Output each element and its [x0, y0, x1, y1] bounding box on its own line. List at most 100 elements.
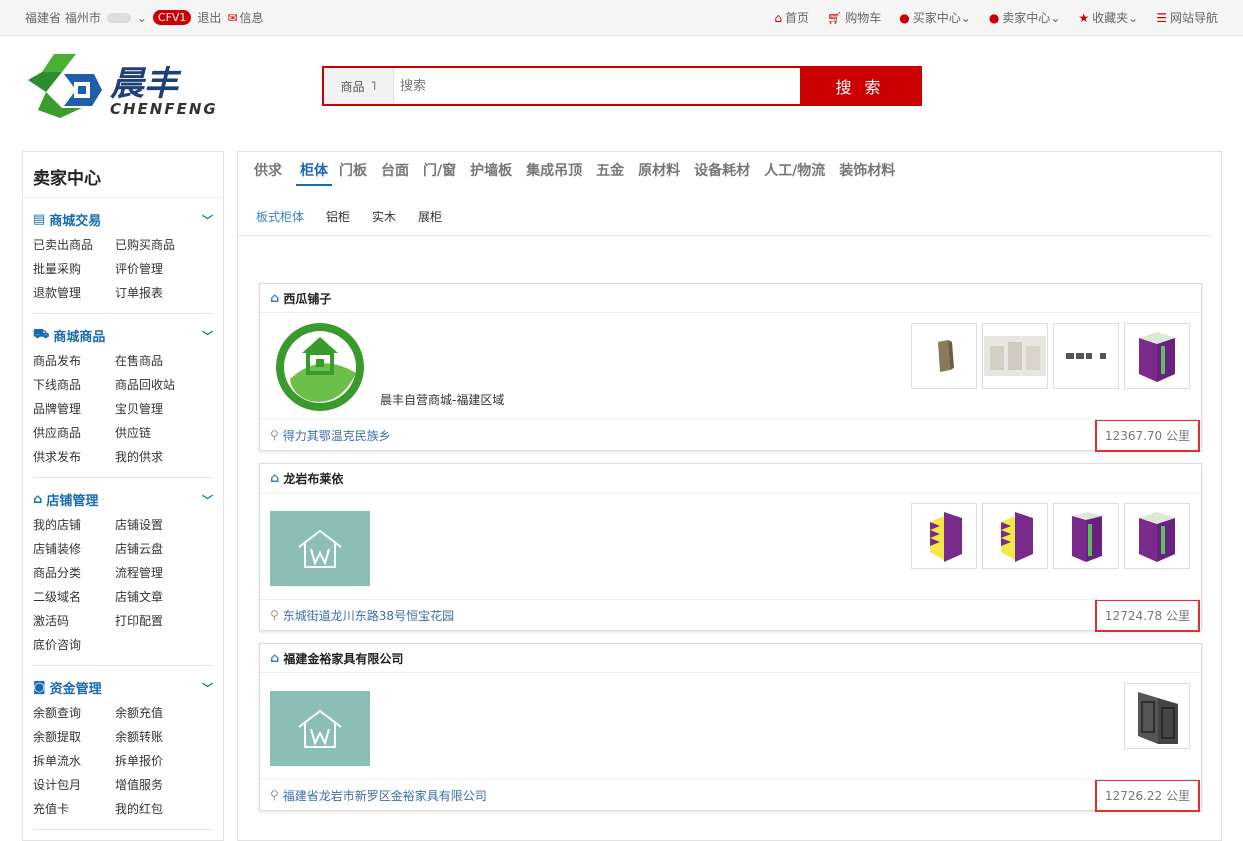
shop-header[interactable]: ⌂ 龙岩布莱依 [260, 464, 1201, 493]
sidebar-item[interactable]: 余额提取 [33, 725, 115, 749]
subcategory-tab-active[interactable]: 板式柜体 [256, 208, 304, 225]
sidebar-item[interactable]: 我的店铺 [33, 513, 115, 537]
sidebar-item[interactable]: 打印配置 [115, 609, 197, 633]
shop-address[interactable]: ⚲ 东城街道龙川东路38号恒宝花园 [270, 607, 454, 624]
shop-logo-placeholder[interactable] [270, 501, 370, 586]
sidebar-item[interactable]: 我的供求 [115, 445, 197, 469]
shop-logo-house-leaf[interactable] [270, 321, 370, 413]
category-tab[interactable]: 原材料 [638, 160, 687, 186]
sidebar-item[interactable]: 二级域名 [33, 585, 115, 609]
sidebar-item[interactable]: 批量采购 [33, 257, 115, 281]
cart-icon: 🛒︎ [827, 10, 843, 25]
chevron-down-icon[interactable]: ﹀ [202, 212, 213, 228]
nav-seller-center[interactable]: ● 卖家中心 ⌄ [989, 9, 1061, 26]
chevron-down-icon[interactable]: ﹀ [202, 328, 213, 344]
category-tab[interactable]: 装饰材料 [839, 160, 902, 186]
product-thumbnail[interactable] [1124, 503, 1190, 569]
chevron-down-icon[interactable]: ⌄ [137, 11, 147, 25]
sidebar-item[interactable]: 商品回收站 [115, 373, 197, 397]
shop-address[interactable]: ⚲ 福建省龙岩市新罗区金裕家具有限公司 [270, 787, 487, 804]
nav-cart[interactable]: 🛒︎ 购物车 [827, 9, 881, 26]
sidebar-item[interactable]: 余额查询 [33, 701, 115, 725]
product-thumbnails [911, 503, 1190, 569]
category-tab[interactable]: 供求 [254, 160, 289, 186]
shop-header[interactable]: ⌂ 福建金裕家具有限公司 [260, 644, 1201, 673]
nav-home[interactable]: ⌂ 首页 [774, 9, 809, 26]
sidebar-item[interactable]: 店铺设置 [115, 513, 197, 537]
sidebar-item[interactable]: 商品发布 [33, 349, 115, 373]
product-thumbnail[interactable] [1124, 323, 1190, 389]
search-category-select[interactable]: 商品 ˥ [324, 68, 394, 104]
product-thumbnail[interactable] [982, 503, 1048, 569]
sidebar-item[interactable]: 店铺云盘 [115, 537, 197, 561]
product-thumbnail[interactable] [911, 503, 977, 569]
category-tab[interactable]: 台面 [381, 160, 416, 186]
sidebar-item[interactable]: 商品分类 [33, 561, 115, 585]
chevron-down-icon[interactable]: ﹀ [202, 492, 213, 508]
sidebar-group-header[interactable]: ◙ 资金管理 ﹀ [33, 678, 213, 697]
sidebar-group-header[interactable]: ⛟ 商城商品 ﹀ [33, 326, 213, 345]
sidebar-group-header[interactable]: ▤ 商城交易 ﹀ [33, 210, 213, 229]
sidebar-item[interactable]: 拆单流水 [33, 749, 115, 773]
location-text[interactable]: 福建省 福州市 [25, 9, 101, 26]
category-tab[interactable]: 门/窗 [423, 160, 463, 186]
sidebar-item[interactable]: 余额转账 [115, 725, 197, 749]
site-logo[interactable]: 晨丰 CHENFENG [24, 50, 224, 130]
messages-link[interactable]: 信息 [240, 9, 264, 26]
subcategory-tab[interactable]: 展柜 [418, 208, 442, 225]
shop-name[interactable]: 西瓜铺子 [283, 290, 331, 307]
sidebar-item[interactable]: 店铺装修 [33, 537, 115, 561]
sidebar-item[interactable]: 供求发布 [33, 445, 115, 469]
logout-link[interactable]: 退出 [197, 9, 221, 26]
sidebar-item[interactable]: 品牌管理 [33, 397, 115, 421]
product-thumbnail[interactable] [1124, 683, 1190, 749]
shop-name[interactable]: 福建金裕家具有限公司 [283, 650, 403, 667]
subcategory-tab[interactable]: 铝柜 [326, 208, 350, 225]
category-tab[interactable]: 护墙板 [470, 160, 519, 186]
category-tab[interactable]: 集成吊顶 [526, 160, 589, 186]
product-thumbnail[interactable] [911, 323, 977, 389]
shop-logo-placeholder[interactable] [270, 681, 370, 766]
list-icon: ☰ [1156, 10, 1167, 25]
nav-site-map[interactable]: ☰ 网站导航 [1156, 9, 1218, 26]
product-thumbnail[interactable] [1053, 503, 1119, 569]
subcategory-tab[interactable]: 实木 [372, 208, 396, 225]
sidebar-item[interactable]: 已卖出商品 [33, 233, 115, 257]
sidebar-item[interactable]: 评价管理 [115, 257, 197, 281]
shop-address[interactable]: ⚲ 得力其鄂温克民族乡 [270, 427, 391, 444]
sidebar-item[interactable]: 宝贝管理 [115, 397, 197, 421]
sidebar-item[interactable]: 我的红包 [115, 797, 197, 821]
product-thumbnail[interactable] [1053, 323, 1119, 389]
sidebar-item[interactable]: 下线商品 [33, 373, 115, 397]
sidebar-item[interactable]: 拆单报价 [115, 749, 197, 773]
search-input[interactable] [394, 68, 800, 104]
category-tab[interactable]: 人工/物流 [764, 160, 832, 186]
shop-name[interactable]: 龙岩布莱依 [283, 470, 343, 487]
sidebar-item[interactable]: 在售商品 [115, 349, 197, 373]
sidebar-item[interactable]: 充值卡 [33, 797, 115, 821]
sidebar-item[interactable]: 设计包月 [33, 773, 115, 797]
sidebar-item[interactable]: 订单报表 [115, 281, 197, 305]
product-thumbnail[interactable] [982, 323, 1048, 389]
category-tab[interactable]: 门板 [339, 160, 374, 186]
nav-favorites[interactable]: ★ 收藏夹 ⌄ [1078, 9, 1138, 26]
sidebar-item[interactable]: 已购买商品 [115, 233, 197, 257]
category-tab[interactable]: 五金 [596, 160, 631, 186]
category-tab[interactable]: 设备耗材 [694, 160, 757, 186]
sidebar-item[interactable]: 激活码 [33, 609, 115, 633]
user-icon: ● [988, 10, 1000, 25]
search-button[interactable]: 搜 索 [800, 68, 920, 104]
sidebar-item[interactable]: 供应链 [115, 421, 197, 445]
nav-buyer-center[interactable]: ● 买家中心 ⌄ [899, 9, 971, 26]
sidebar-item[interactable]: 店铺文章 [115, 585, 197, 609]
sidebar-group-header[interactable]: ⌂ 店铺管理 ﹀ [33, 490, 213, 509]
chevron-down-icon[interactable]: ﹀ [202, 680, 213, 696]
sidebar-item[interactable]: 退款管理 [33, 281, 115, 305]
shop-header[interactable]: ⌂ 西瓜铺子 [260, 284, 1201, 313]
sidebar-item[interactable]: 余额充值 [115, 701, 197, 725]
category-tab-active[interactable]: 柜体 [296, 160, 332, 186]
sidebar-item[interactable]: 增值服务 [115, 773, 197, 797]
sidebar-item[interactable]: 供应商品 [33, 421, 115, 445]
sidebar-item[interactable]: 底价咨询 [33, 633, 115, 657]
sidebar-item[interactable]: 流程管理 [115, 561, 197, 585]
